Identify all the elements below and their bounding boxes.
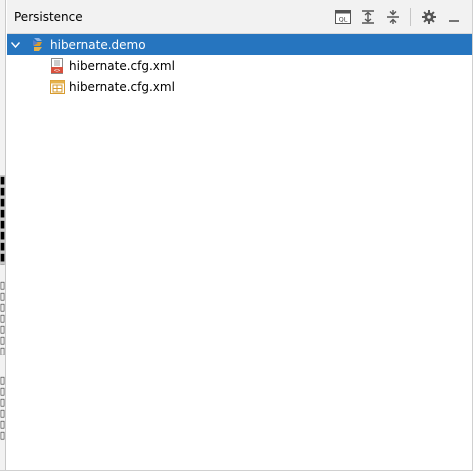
hide-button[interactable] [443, 6, 465, 28]
left-tool-strip: ▮▮▮▮▮▮▮▮▮▮ ▯▯▯▯▯▯▯ ▯▯▯▯▯▯ [0, 0, 6, 471]
panel-toolbar: QL [329, 6, 465, 28]
tab-stripe: ▯▯▯▯▯▯ [0, 375, 6, 441]
tree-node-label: hibernate.demo [50, 37, 146, 52]
expand-all-icon [362, 9, 374, 24]
tree-node-root[interactable]: hibernate.demo [7, 34, 473, 55]
tree-node-label: hibernate.cfg.xml [69, 79, 175, 94]
ql-glyph: QL [339, 15, 348, 23]
tree-node-label: hibernate.cfg.xml [69, 58, 175, 73]
settings-button[interactable] [418, 6, 440, 28]
toolbar-separator [410, 7, 411, 26]
panel-header: Persistence QL [7, 0, 473, 34]
module-icon [30, 37, 46, 53]
persistence-tree[interactable]: hibernate.demo <> hibernate.cfg.xml hibe… [7, 34, 473, 471]
minimize-icon [449, 19, 459, 22]
expand-all-button[interactable] [357, 6, 379, 28]
hibernate-session-factory-icon [49, 79, 65, 95]
tool-window-tab-3[interactable]: ▯▯▯▯▯▯ [0, 375, 6, 445]
collapse-all-icon [387, 9, 399, 24]
tool-window-tab-2[interactable]: ▯▯▯▯▯▯▯ [0, 280, 6, 355]
tab-stripe: ▯▯▯▯▯▯▯ [0, 280, 6, 355]
gear-icon [422, 9, 436, 24]
xml-config-file-icon: <> [49, 57, 65, 74]
tree-node-child[interactable]: <> hibernate.cfg.xml [7, 55, 473, 76]
collapse-all-button[interactable] [382, 6, 404, 28]
tool-window-tab-1[interactable]: ▮▮▮▮▮▮▮▮▮▮ [0, 175, 6, 265]
jpa-console-button[interactable]: QL [332, 6, 354, 28]
ql-console-icon: QL [335, 9, 351, 24]
chevron-down-icon[interactable] [8, 34, 22, 55]
panel-title: Persistence [14, 9, 83, 24]
tree-node-child[interactable]: hibernate.cfg.xml [7, 76, 473, 97]
svg-text:<>: <> [54, 68, 61, 74]
tab-stripe: ▮▮▮▮▮▮▮▮▮▮ [0, 175, 6, 265]
